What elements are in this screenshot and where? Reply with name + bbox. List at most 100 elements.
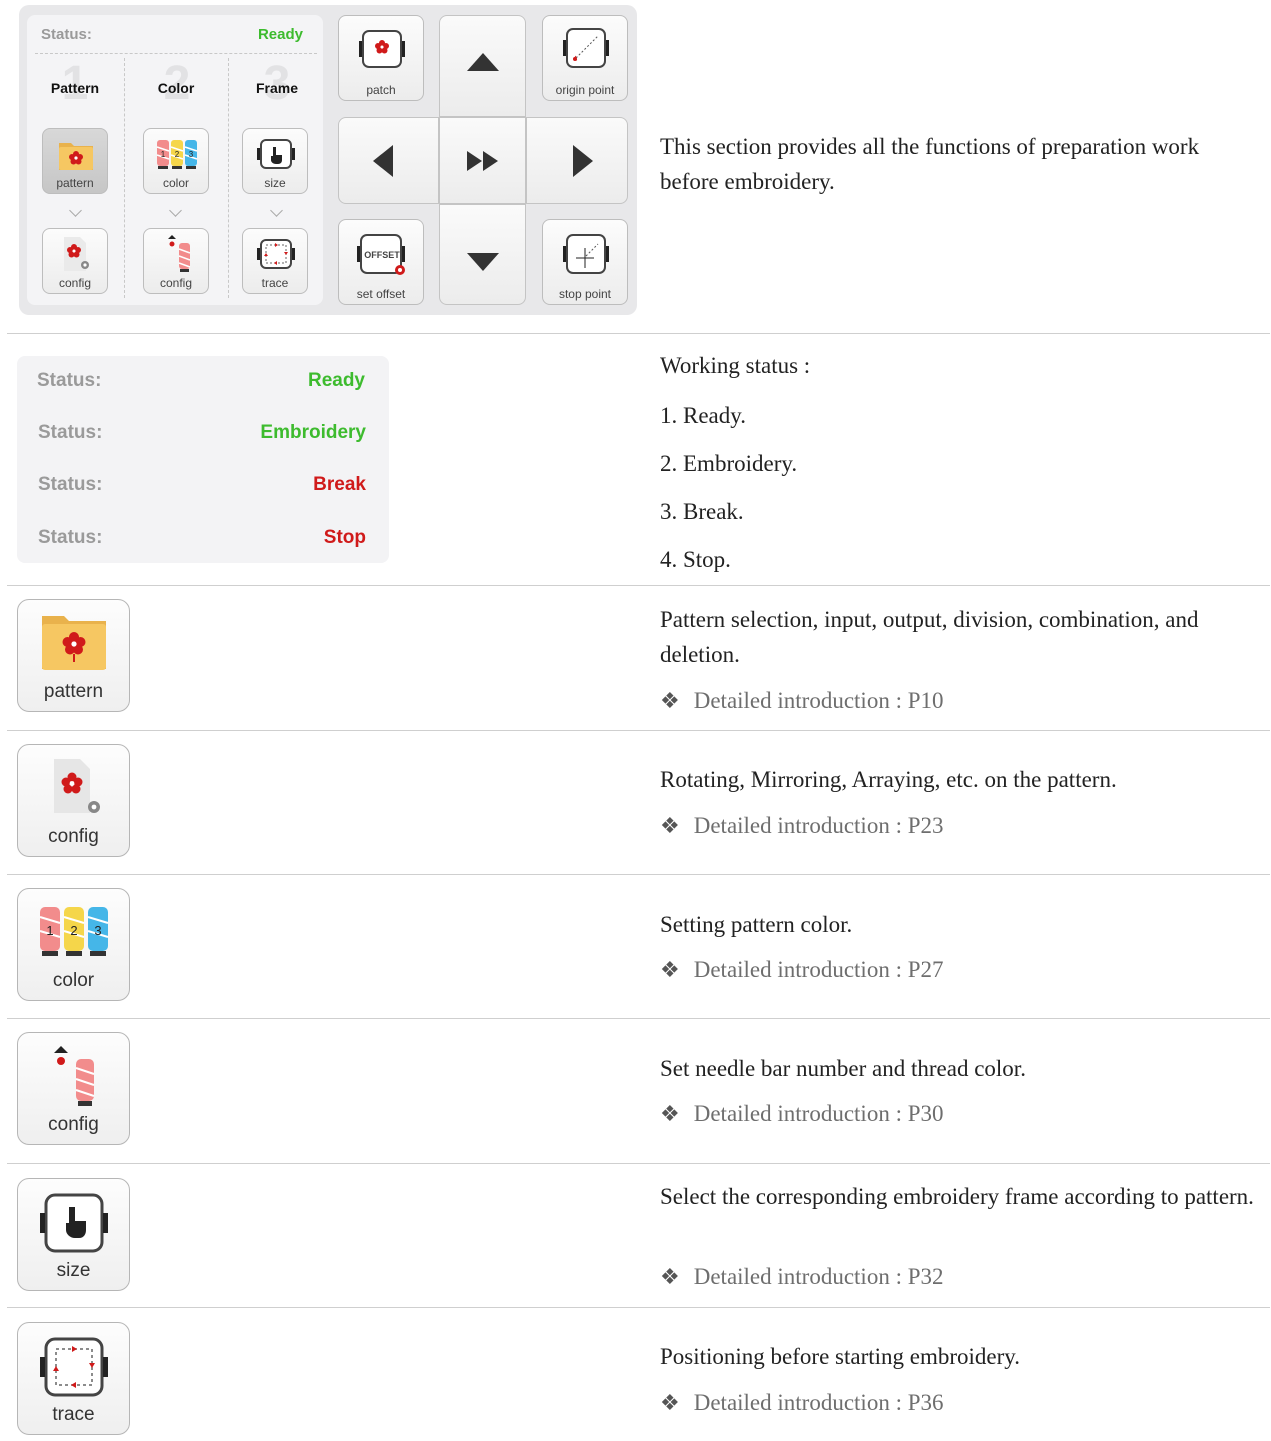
svg-text:3: 3 [189, 150, 194, 159]
stop-point-icon [563, 234, 609, 274]
fast-forward-icon [467, 151, 498, 171]
divider [7, 1018, 1270, 1019]
svg-text:1: 1 [161, 150, 166, 159]
needle-spool-icon [54, 1046, 95, 1106]
intro-text: This section provides all the functions … [660, 134, 1200, 194]
status-value: Stop [323, 527, 366, 548]
move-down-button[interactable] [439, 204, 526, 305]
arrow-left-icon [373, 145, 393, 177]
config-button-small[interactable]: config [42, 228, 108, 294]
button-label: trace [261, 276, 289, 290]
button-label: color [52, 970, 95, 991]
needle-config-button[interactable]: config [17, 1032, 130, 1145]
divider [7, 1163, 1270, 1164]
size-button-small[interactable]: size [242, 128, 308, 194]
status-divider [35, 53, 317, 54]
bullet-icon: ❖ [660, 688, 680, 713]
move-right-button[interactable] [526, 117, 628, 204]
divider [7, 1307, 1270, 1308]
panel-status-key: Status: [41, 26, 92, 43]
divider [7, 333, 1270, 334]
bullet-icon: ❖ [660, 1264, 680, 1289]
reference-text: Detailed introduction : P32 [693, 1264, 944, 1289]
button-label: size [264, 176, 286, 190]
button-label: color [162, 176, 189, 190]
color-button[interactable]: 1 2 3 color [17, 888, 130, 1001]
fast-move-button[interactable] [439, 117, 526, 204]
feature-reference: ❖ Detailed introduction : P10 [660, 688, 944, 714]
feature-description: Rotating, Mirroring, Arraying, etc. on t… [660, 767, 1117, 792]
step-label-frame: Frame [255, 80, 299, 96]
frame-flower-icon [359, 30, 405, 68]
pattern-button-small[interactable]: pattern [42, 128, 108, 194]
folder-flower-icon [42, 616, 106, 670]
trace-button[interactable]: trace [17, 1322, 130, 1435]
origin-point-button[interactable]: origin point [542, 15, 628, 101]
divider [7, 585, 1270, 586]
file-flower-gear-icon [54, 759, 100, 813]
feature-description: Select the corresponding embroidery fram… [660, 1184, 1254, 1209]
button-label: origin point [555, 83, 615, 97]
button-label: stop point [558, 287, 612, 301]
button-label: config [159, 276, 193, 290]
reference-text: Detailed introduction : P27 [693, 957, 944, 982]
button-label: pattern [43, 681, 104, 702]
patch-button[interactable]: patch [338, 15, 424, 101]
status-item: 4. Stop. [660, 547, 731, 572]
config-button[interactable]: config [17, 744, 130, 857]
needle-spool-icon [168, 235, 191, 272]
working-status-heading: Working status : [660, 353, 811, 378]
svg-text:2: 2 [70, 923, 77, 938]
folder-flower-icon [59, 143, 93, 170]
step-label-color: Color [157, 80, 195, 96]
arrow-up-icon [467, 53, 499, 71]
reference-text: Detailed introduction : P23 [693, 813, 944, 838]
svg-text:1: 1 [46, 923, 53, 938]
status-key: Status: [37, 370, 102, 391]
status-row-break: Status: Break [38, 474, 366, 496]
status-value: Break [313, 474, 366, 495]
feature-reference: ❖ Detailed introduction : P32 [660, 1264, 944, 1290]
reference-text: Detailed introduction : P36 [693, 1390, 944, 1415]
status-key: Status: [38, 474, 103, 495]
button-label: patch [366, 83, 396, 97]
offset-tag: OFFSET [364, 250, 400, 260]
frame-hand-icon [40, 1193, 108, 1253]
status-item: 3. Break. [660, 499, 744, 524]
move-left-button[interactable] [338, 117, 439, 204]
panel-status-value: Ready [257, 26, 303, 43]
status-item: 2. Embroidery. [660, 451, 798, 476]
size-button[interactable]: size [17, 1178, 130, 1291]
status-key: Status: [38, 527, 103, 548]
feature-reference: ❖ Detailed introduction : P36 [660, 1390, 944, 1416]
stop-point-button[interactable]: stop point [542, 219, 628, 305]
color-button-small[interactable]: 1 2 3 color [143, 128, 209, 194]
arrow-down-icon [467, 253, 499, 271]
feature-description: Setting pattern color. [660, 912, 853, 937]
button-label: pattern [56, 176, 94, 190]
status-key: Status: [38, 422, 103, 443]
reference-text: Detailed introduction : P10 [693, 688, 944, 713]
move-up-button[interactable] [439, 15, 526, 117]
feature-description: Pattern selection, input, output, divisi… [660, 607, 1199, 667]
frame-trace-icon [257, 239, 295, 269]
frame-trace-icon [40, 1337, 108, 1397]
bullet-icon: ❖ [660, 1101, 680, 1126]
file-flower-gear-icon [64, 237, 89, 271]
feature-description: Positioning before starting embroidery. [660, 1344, 1021, 1369]
button-label: trace [52, 1404, 95, 1425]
needle-config-button-small[interactable]: config [143, 228, 209, 294]
status-item: 1. Ready. [660, 403, 747, 428]
divider [7, 730, 1270, 731]
thread-spools-icon: 1 2 3 [39, 907, 109, 956]
divider [7, 874, 1270, 875]
set-offset-button[interactable]: OFFSET set offset [338, 219, 424, 305]
step-label-pattern: Pattern [50, 80, 100, 96]
svg-text:3: 3 [94, 923, 101, 938]
button-label: config [48, 826, 99, 847]
bullet-icon: ❖ [660, 813, 680, 838]
reference-text: Detailed introduction : P30 [693, 1101, 944, 1126]
feature-reference: ❖ Detailed introduction : P23 [660, 813, 944, 839]
trace-button-small[interactable]: trace [242, 228, 308, 294]
pattern-button[interactable]: pattern [17, 599, 130, 712]
